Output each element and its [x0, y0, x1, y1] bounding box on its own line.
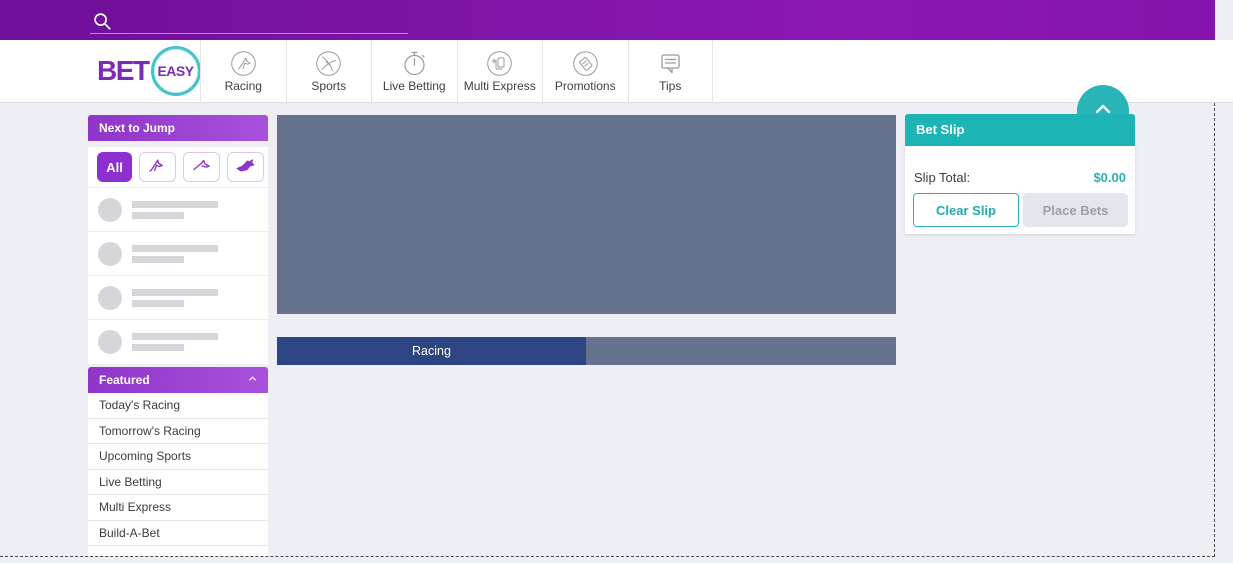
content-region: Next to Jump All Featured Today's Racing…	[0, 103, 1215, 557]
stopwatch-icon	[401, 50, 428, 78]
featured-item-tomorrow-s-racing[interactable]: Tomorrow's Racing	[88, 418, 268, 444]
place-bets-button[interactable]: Place Bets	[1023, 193, 1128, 227]
next-to-jump-title: Next to Jump	[99, 121, 176, 135]
skeleton-line	[132, 333, 218, 340]
featured-item-build-a-bet[interactable]: Build-A-Bet	[88, 520, 268, 546]
logo-circle: EASY	[150, 46, 201, 96]
nav-item-label: Sports	[311, 78, 347, 93]
bet-slip-panel: Bet Slip Slip Total: $0.00 Clear Slip Pl…	[905, 114, 1135, 234]
clear-slip-button[interactable]: Clear Slip	[913, 193, 1019, 227]
search-icon[interactable]	[91, 10, 113, 32]
skeleton-line	[132, 201, 218, 208]
slip-total-value: $0.00	[1093, 170, 1126, 185]
nav-item-multi-express[interactable]: Multi Express	[456, 40, 542, 102]
next-to-jump-list	[88, 188, 268, 364]
sidebar: Next to Jump All Featured Today's Racing…	[88, 115, 268, 556]
nav-item-live-betting[interactable]: Live Betting	[371, 40, 457, 102]
bet-slip-body: Slip Total: $0.00 Clear Slip Place Bets	[905, 146, 1135, 234]
featured-item-multi-express[interactable]: Multi Express	[88, 495, 268, 521]
next-to-jump-header: Next to Jump	[88, 115, 268, 141]
tab-bar-placeholder	[586, 337, 896, 365]
skeleton-avatar	[98, 242, 122, 266]
skeleton-line	[132, 300, 184, 307]
next-to-jump-panel: All	[88, 147, 268, 364]
nav-item-label: Multi Express	[463, 78, 536, 93]
harness-icon	[190, 154, 213, 180]
search-underline	[90, 33, 408, 34]
skeleton-line	[132, 256, 184, 263]
gallops-icon	[146, 154, 169, 180]
race-type-filters: All	[88, 147, 268, 188]
list-item-partial	[88, 546, 268, 556]
bet-slip-title: Bet Slip	[916, 122, 965, 137]
nav-item-promotions[interactable]: Promotions	[542, 40, 628, 102]
next-to-jump-skeleton-row	[88, 232, 268, 276]
nav-item-label: Tips	[659, 78, 682, 93]
beteasy-app: BET EASY Racing Sports Live Betting Multi E…	[0, 0, 1233, 563]
search-input[interactable]	[88, 6, 410, 36]
skeleton-avatar	[98, 286, 122, 310]
bet-slip-header: Bet Slip	[905, 114, 1135, 146]
nav-item-label: Live Betting	[382, 78, 446, 93]
main-nav: Racing Sports Live Betting Multi Express Pro…	[200, 40, 713, 102]
logo-bet-text: BET	[97, 55, 150, 86]
skeleton-avatar	[98, 198, 122, 222]
featured-title: Featured	[99, 373, 150, 387]
top-search-bar	[0, 0, 1215, 40]
featured-section: Featured Today's Racing Tomorrow's Racing…	[88, 367, 268, 556]
site-header: BET EASY Racing Sports Live Betting Multi E…	[0, 40, 1233, 137]
speech-bubble-icon	[657, 50, 684, 78]
featured-list: Today's Racing Tomorrow's Racing Upcoming …	[88, 393, 268, 546]
nav-item-label: Racing	[224, 78, 262, 93]
skeleton-line	[132, 212, 184, 219]
nav-item-sports[interactable]: Sports	[285, 40, 371, 102]
ball-icon	[315, 50, 342, 78]
slip-total-label: Slip Total:	[914, 170, 971, 185]
next-to-jump-skeleton-row	[88, 320, 268, 364]
pages-icon	[486, 50, 513, 78]
ticket-icon	[572, 50, 599, 78]
logo-easy-text: EASY	[157, 63, 194, 79]
featured-header[interactable]: Featured	[88, 367, 268, 393]
main-tab-bar: Racing	[277, 337, 896, 365]
filter-harness[interactable]	[183, 152, 220, 182]
filter-greyhound[interactable]	[227, 152, 264, 182]
beteasy-logo[interactable]: BET EASY	[97, 40, 201, 102]
banner-placeholder	[277, 115, 896, 314]
next-to-jump-skeleton-row	[88, 188, 268, 232]
skeleton-line	[132, 344, 184, 351]
next-to-jump-skeleton-row	[88, 276, 268, 320]
skeleton-avatar	[98, 330, 122, 354]
chevron-up-icon	[247, 371, 258, 389]
featured-item-today-s-racing[interactable]: Today's Racing	[88, 393, 268, 419]
nav-item-label: Promotions	[554, 78, 616, 93]
featured-item-upcoming-sports[interactable]: Upcoming Sports	[88, 444, 268, 470]
greyhound-icon	[234, 154, 257, 180]
nav-item-tips[interactable]: Tips	[627, 40, 713, 102]
horse-icon	[230, 50, 257, 78]
filter-gallops[interactable]	[139, 152, 176, 182]
tab-racing-label: Racing	[412, 344, 451, 358]
featured-item-live-betting[interactable]: Live Betting	[88, 469, 268, 495]
filter-all[interactable]: All	[97, 152, 132, 182]
skeleton-line	[132, 289, 218, 296]
tab-racing[interactable]: Racing	[277, 337, 586, 365]
skeleton-line	[132, 245, 218, 252]
nav-item-racing[interactable]: Racing	[200, 40, 286, 102]
